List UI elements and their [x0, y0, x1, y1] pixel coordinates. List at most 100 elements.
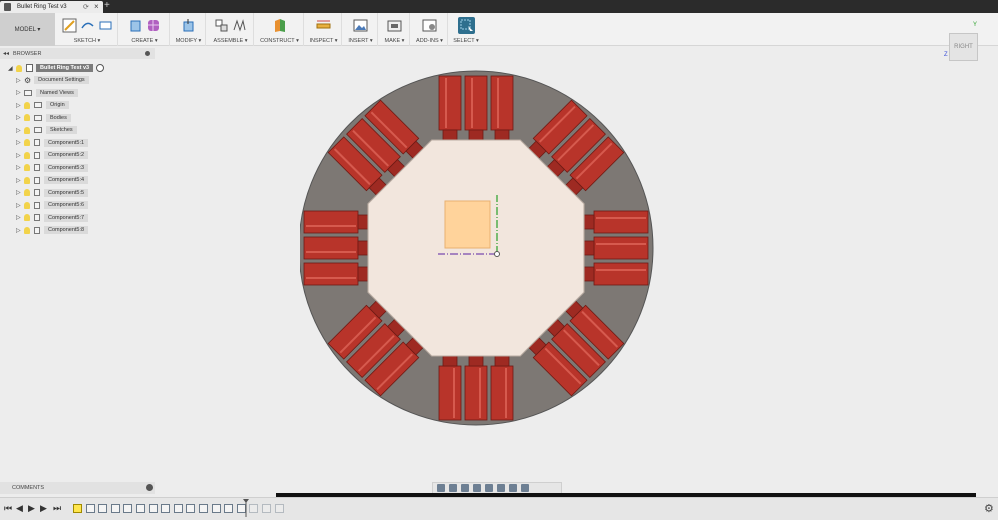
close-tab-icon[interactable]: ×: [94, 2, 99, 11]
scripts-icon[interactable]: [422, 18, 437, 33]
step-forward-icon[interactable]: ▶: [40, 503, 47, 514]
collapse-browser-icon[interactable]: ◂◂: [3, 50, 9, 57]
bullet-cluster[interactable]: [438, 75, 514, 145]
browser-item[interactable]: ▷ Component5:7: [16, 213, 89, 223]
look-at-icon[interactable]: [449, 484, 457, 492]
origin-point[interactable]: [494, 251, 500, 257]
document-tab[interactable]: Bullet Ring Test v3 ⟳ ×: [0, 1, 103, 13]
expand-triangle-icon[interactable]: ▷: [16, 214, 24, 221]
bullet-cylinder[interactable]: [490, 75, 514, 131]
browser-item[interactable]: ▷ ⚙ Document Settings: [16, 75, 89, 85]
sketch-profile[interactable]: [444, 200, 491, 249]
make-group[interactable]: MAKE ▾: [380, 13, 410, 46]
workspace-switcher[interactable]: MODEL ▾: [0, 13, 55, 46]
viewcube[interactable]: RIGHT: [949, 33, 978, 61]
select-icon[interactable]: [457, 17, 475, 34]
orbit-icon[interactable]: [437, 484, 445, 492]
select-group[interactable]: SELECT ▾: [450, 13, 482, 46]
viewports-icon[interactable]: [521, 484, 529, 492]
timeline-feature-icon[interactable]: [85, 504, 95, 513]
bullet-cylinder[interactable]: [593, 236, 649, 260]
browser-item[interactable]: ▷ Component5:2: [16, 150, 89, 160]
activate-radio-icon[interactable]: [96, 64, 105, 72]
bullet-cylinder[interactable]: [438, 75, 462, 131]
timeline-feature-icon[interactable]: [211, 504, 221, 513]
new-tab-button[interactable]: +: [104, 0, 110, 11]
timeline-feature-icon[interactable]: [173, 504, 183, 513]
play-icon[interactable]: ▶: [28, 503, 35, 514]
joint-icon[interactable]: [232, 18, 247, 33]
expand-triangle-icon[interactable]: ▷: [16, 114, 24, 121]
zoom-icon[interactable]: [473, 484, 481, 492]
line-icon[interactable]: [80, 18, 95, 33]
pan-icon[interactable]: [461, 484, 469, 492]
visibility-bulb-icon[interactable]: [24, 101, 30, 109]
timeline-feature-icon[interactable]: [199, 504, 208, 513]
create-group[interactable]: CREATE ▾: [120, 13, 170, 46]
browser-item[interactable]: ▷ Bodies: [16, 113, 71, 123]
go-to-end-icon[interactable]: ⏭: [53, 503, 61, 514]
bullet-cluster[interactable]: [438, 351, 514, 421]
timeline-feature-icon[interactable]: [123, 504, 133, 513]
browser-root-node[interactable]: ◢ Bullet Ring Test v3: [8, 63, 105, 73]
browser-item[interactable]: ▷ Component5:6: [16, 200, 89, 210]
browser-item[interactable]: ▷ Origin: [16, 100, 69, 110]
visibility-bulb-icon[interactable]: [24, 151, 30, 159]
visibility-bulb-icon[interactable]: [24, 189, 30, 196]
bullet-cylinder[interactable]: [464, 75, 488, 131]
timeline-feature-icon[interactable]: [186, 504, 196, 513]
extrude-icon[interactable]: [128, 18, 143, 33]
bullet-cylinder[interactable]: [490, 365, 514, 421]
collapse-triangle-icon[interactable]: ◢: [8, 65, 16, 72]
display-settings-icon[interactable]: [497, 484, 505, 492]
timeline-feature-icon[interactable]: [224, 504, 234, 513]
browser-header[interactable]: ◂◂ BROWSER: [0, 48, 155, 59]
timeline-feature-icon[interactable]: [262, 504, 271, 513]
measure-icon[interactable]: [316, 18, 331, 33]
browser-item[interactable]: ▷ Named Views: [16, 88, 78, 98]
timeline-feature-icon[interactable]: [73, 504, 82, 513]
offset-plane-icon[interactable]: [272, 18, 287, 33]
new-component-icon[interactable]: [214, 18, 229, 33]
3d-print-icon[interactable]: [387, 18, 402, 33]
bullet-cylinder[interactable]: [303, 236, 359, 260]
insert-image-icon[interactable]: [353, 18, 368, 33]
expand-triangle-icon[interactable]: ▷: [16, 77, 24, 84]
sketch-group[interactable]: SKETCH ▾: [57, 13, 118, 46]
expand-triangle-icon[interactable]: ▷: [16, 164, 24, 171]
timeline-feature-icon[interactable]: [98, 504, 108, 513]
fit-icon[interactable]: [485, 484, 493, 492]
create-sketch-icon[interactable]: [62, 18, 77, 33]
expand-triangle-icon[interactable]: ▷: [16, 102, 24, 109]
modify-group[interactable]: MODIFY ▾: [172, 13, 206, 46]
form-icon[interactable]: [146, 18, 161, 33]
bullet-cluster[interactable]: [579, 210, 649, 286]
bullet-cylinder[interactable]: [464, 365, 488, 421]
expand-triangle-icon[interactable]: ▷: [16, 152, 24, 159]
rectangle-icon[interactable]: [98, 18, 113, 33]
bullet-cylinder[interactable]: [593, 262, 649, 286]
visibility-bulb-icon[interactable]: [24, 139, 30, 146]
browser-item[interactable]: ▷ Component5:3: [16, 163, 89, 173]
timeline-feature-icon[interactable]: [161, 504, 171, 513]
timeline-feature-icon[interactable]: [249, 504, 259, 513]
expand-triangle-icon[interactable]: ▷: [16, 189, 24, 196]
visibility-bulb-icon[interactable]: [24, 126, 30, 134]
inspect-group[interactable]: INSPECT ▾: [306, 13, 342, 46]
bullet-cylinder[interactable]: [438, 365, 462, 421]
timeline-marker[interactable]: [243, 499, 249, 517]
bullet-cylinder[interactable]: [303, 210, 359, 234]
construct-group[interactable]: CONSTRUCT ▾: [256, 13, 304, 46]
timeline-feature-icon[interactable]: [136, 504, 145, 513]
expand-triangle-icon[interactable]: ▷: [16, 139, 24, 146]
press-pull-icon[interactable]: [181, 18, 196, 33]
timeline-feature-icon[interactable]: [110, 504, 120, 513]
expand-triangle-icon[interactable]: ▷: [16, 227, 24, 234]
visibility-bulb-icon[interactable]: [24, 201, 30, 209]
timeline-settings-icon[interactable]: ⚙: [984, 502, 994, 515]
timeline-feature-icon[interactable]: [148, 504, 158, 513]
expand-triangle-icon[interactable]: ▷: [16, 127, 24, 134]
visibility-bulb-icon[interactable]: [24, 114, 30, 121]
browser-item[interactable]: ▷ Sketches: [16, 125, 77, 135]
visibility-bulb-icon[interactable]: [24, 164, 30, 171]
